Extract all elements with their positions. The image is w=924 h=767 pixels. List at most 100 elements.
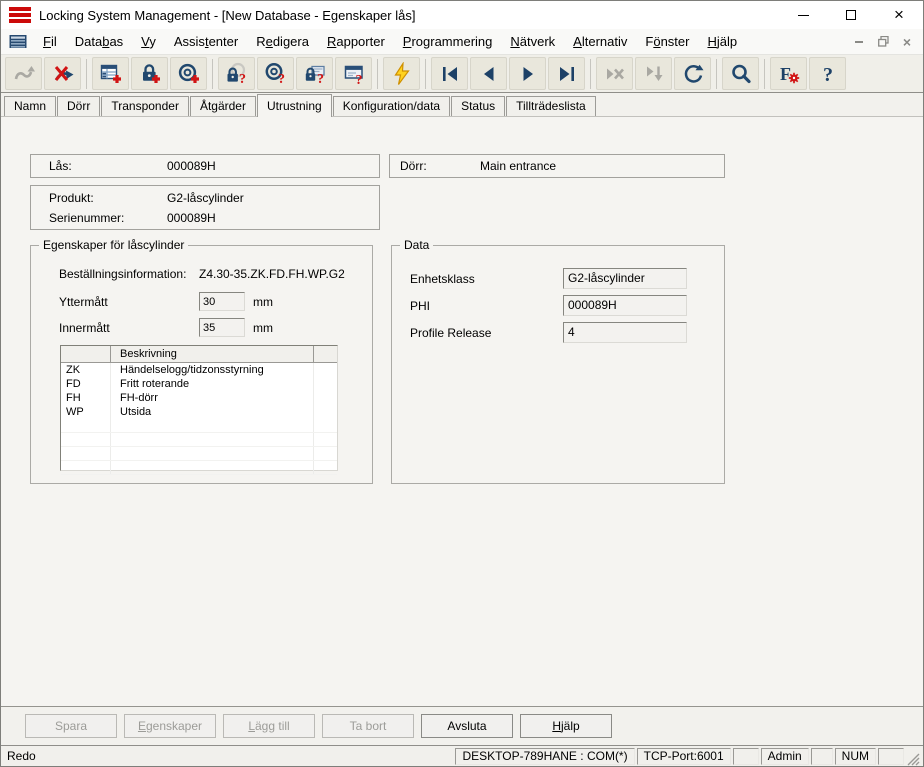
disconnect-icon[interactable] bbox=[44, 57, 81, 90]
next-record-icon[interactable] bbox=[509, 57, 546, 90]
status-tcp-panel: TCP-Port:6001 bbox=[636, 747, 731, 765]
device-class-field[interactable]: G2-låscylinder bbox=[563, 268, 687, 289]
menu-fonster[interactable]: Fönster bbox=[636, 31, 698, 52]
new-transponder-icon[interactable] bbox=[170, 57, 207, 90]
new-lock-icon[interactable] bbox=[131, 57, 168, 90]
exit-button[interactable]: Avsluta bbox=[421, 714, 513, 738]
order-info-value: Z4.30-35.ZK.FD.FH.WP.G2 bbox=[199, 267, 345, 281]
title-bar: Locking System Management - [New Databas… bbox=[1, 1, 923, 29]
option-code: WP bbox=[61, 405, 111, 419]
menu-fil[interactable]: Fil bbox=[34, 31, 66, 52]
tab-status[interactable]: Status bbox=[451, 96, 506, 116]
menu-redigera[interactable]: Redigera bbox=[247, 31, 318, 52]
maximize-button[interactable] bbox=[827, 1, 875, 29]
previous-record-icon[interactable] bbox=[470, 57, 507, 90]
menu-rapporter[interactable]: Rapporter bbox=[318, 31, 394, 52]
tab-atgarder[interactable]: Åtgärder bbox=[189, 96, 256, 116]
table-row-empty bbox=[61, 433, 337, 447]
outer-dimension-input[interactable] bbox=[199, 292, 245, 311]
inner-dimension-input[interactable] bbox=[199, 318, 245, 337]
program-lightning-icon[interactable] bbox=[383, 57, 420, 90]
mdi-minimize-button[interactable] bbox=[851, 35, 867, 49]
table-row-empty bbox=[61, 447, 337, 461]
minimize-button[interactable] bbox=[779, 1, 827, 29]
lock-id-box: Lås: 000089H bbox=[30, 154, 380, 178]
product-box: Produkt: G2-låscylinder Serienummer: 000… bbox=[30, 185, 380, 230]
remove-button[interactable]: Ta bort bbox=[322, 714, 414, 738]
svg-text:?: ? bbox=[278, 72, 285, 86]
refresh-icon[interactable] bbox=[674, 57, 711, 90]
save-button[interactable]: Spara bbox=[25, 714, 117, 738]
remove-record-icon[interactable] bbox=[596, 57, 633, 90]
option-description: Fritt roterande bbox=[111, 377, 314, 391]
tab-dorr[interactable]: Dörr bbox=[57, 96, 101, 116]
serial-value: 000089H bbox=[167, 211, 216, 225]
menu-alternativ[interactable]: Alternativ bbox=[564, 31, 636, 52]
svg-text:?: ? bbox=[355, 73, 362, 86]
undo-icon[interactable] bbox=[5, 57, 42, 90]
close-button[interactable]: × bbox=[875, 1, 923, 29]
read-lock-icon[interactable]: ? bbox=[218, 57, 255, 90]
door-label: Dörr: bbox=[400, 159, 427, 173]
outer-dimension-label: Yttermått bbox=[59, 295, 108, 309]
status-host-panel: DESKTOP-789HANE : COM(*) bbox=[455, 747, 635, 765]
inner-dimension-unit: mm bbox=[253, 321, 273, 335]
search-icon[interactable] bbox=[722, 57, 759, 90]
properties-button[interactable]: Egenskaper bbox=[124, 714, 216, 738]
new-locking-system-icon[interactable] bbox=[92, 57, 129, 90]
first-record-icon[interactable] bbox=[431, 57, 468, 90]
table-row[interactable]: FH FH-dörr bbox=[61, 391, 337, 405]
resize-grip[interactable] bbox=[906, 752, 920, 766]
read-transponder-icon[interactable]: ? bbox=[257, 57, 294, 90]
product-label: Produkt: bbox=[49, 191, 94, 205]
table-row[interactable]: ZK Händelselogg/tidzonsstyrning bbox=[61, 363, 337, 377]
inner-dimension-label: Innermått bbox=[59, 321, 110, 335]
mdi-restore-button[interactable] bbox=[875, 35, 891, 49]
app-window: Locking System Management - [New Databas… bbox=[0, 0, 924, 767]
status-num-panel: NUM bbox=[834, 747, 876, 765]
document-icon bbox=[9, 34, 27, 49]
cylinder-properties-group: Egenskaper för låscylinder Beställningsi… bbox=[30, 238, 373, 484]
tab-tilltradeslista[interactable]: Tillträdeslista bbox=[506, 96, 596, 116]
table-row[interactable]: FD Fritt roterande bbox=[61, 377, 337, 391]
option-description: Händelselogg/tidzonsstyrning bbox=[111, 363, 314, 377]
tab-namn[interactable]: Namn bbox=[4, 96, 57, 116]
help-button[interactable]: Hjälp bbox=[520, 714, 612, 738]
menu-databas[interactable]: Databas bbox=[66, 31, 132, 52]
add-button[interactable]: Lägg till bbox=[223, 714, 315, 738]
filter-icon[interactable]: F bbox=[770, 57, 807, 90]
menu-hjalp[interactable]: Hjälp bbox=[698, 31, 746, 52]
last-record-icon[interactable] bbox=[548, 57, 585, 90]
window-title: Locking System Management - [New Databas… bbox=[39, 7, 416, 23]
tab-strip: Namn Dörr Transponder Åtgärder Utrustnin… bbox=[1, 93, 923, 117]
apply-record-icon[interactable] bbox=[635, 57, 672, 90]
order-info-label: Beställningsinformation: bbox=[59, 267, 187, 281]
phi-field[interactable]: 000089H bbox=[563, 295, 687, 316]
data-group: Data Enhetsklass G2-låscylinder PHI 0000… bbox=[391, 238, 725, 484]
status-spacer bbox=[810, 747, 833, 765]
outer-dimension-unit: mm bbox=[253, 295, 273, 309]
mdi-close-button[interactable]: × bbox=[899, 34, 915, 50]
read-network-icon[interactable]: ? bbox=[335, 57, 372, 90]
table-row[interactable]: WP Utsida bbox=[61, 405, 337, 419]
device-class-label: Enhetsklass bbox=[410, 272, 475, 286]
menu-assistenter[interactable]: Assistenter bbox=[165, 31, 247, 52]
menu-programmering[interactable]: Programmering bbox=[394, 31, 502, 52]
code-column-header bbox=[61, 346, 111, 363]
description-column-header[interactable]: Beskrivning bbox=[111, 346, 314, 363]
svg-text:?: ? bbox=[317, 72, 324, 86]
help-icon[interactable]: ? bbox=[809, 57, 846, 90]
footer-button-row: Spara Egenskaper Lägg till Ta bort Avslu… bbox=[1, 707, 923, 745]
read-g1-lock-icon[interactable]: ? bbox=[296, 57, 333, 90]
phi-label: PHI bbox=[410, 299, 431, 313]
tab-utrustning[interactable]: Utrustning bbox=[256, 94, 332, 117]
door-value: Main entrance bbox=[480, 159, 557, 173]
table-row-empty bbox=[61, 461, 337, 475]
cylinder-properties-legend: Egenskaper för låscylinder bbox=[39, 238, 189, 252]
tab-transponder[interactable]: Transponder bbox=[101, 96, 189, 116]
tab-konfiguration-data[interactable]: Konfiguration/data bbox=[332, 96, 451, 116]
status-spacer bbox=[732, 747, 759, 765]
profile-release-field[interactable]: 4 bbox=[563, 322, 687, 343]
menu-vy[interactable]: Vy bbox=[132, 31, 165, 52]
menu-natverk[interactable]: Nätverk bbox=[501, 31, 564, 52]
